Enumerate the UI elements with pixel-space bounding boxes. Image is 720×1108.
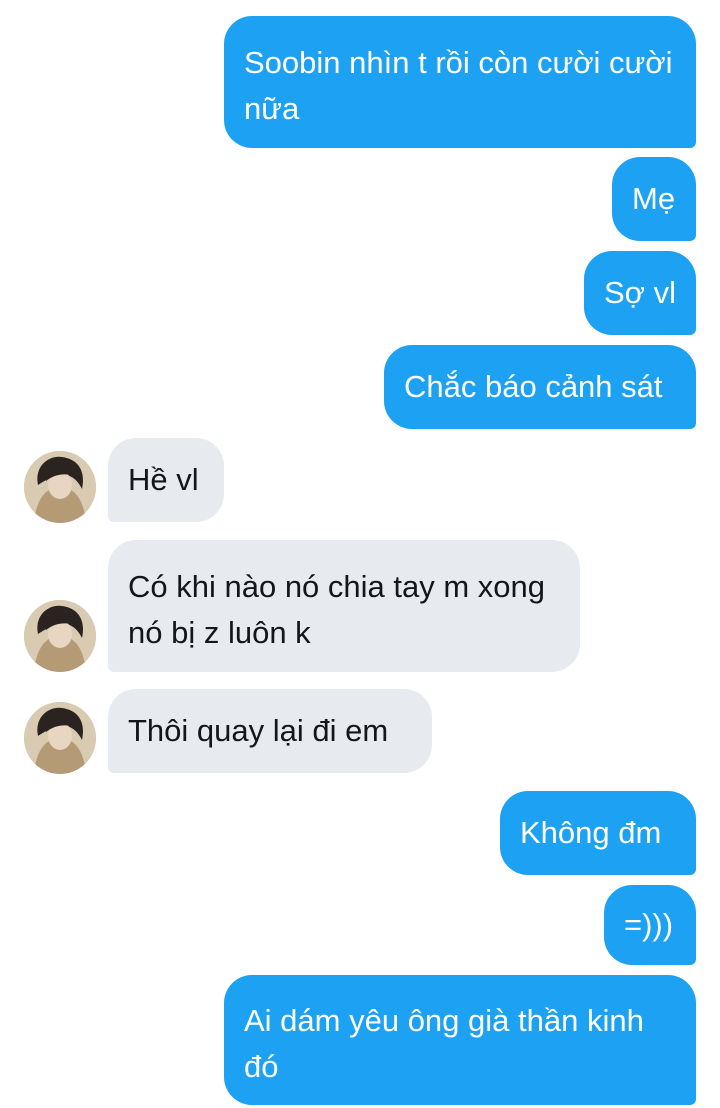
contact-avatar[interactable] xyxy=(24,451,96,523)
message-bubble-outgoing[interactable]: Sợ vl xyxy=(584,251,696,335)
avatar-photo-icon xyxy=(24,451,96,523)
avatar-photo-icon xyxy=(24,702,96,774)
message-bubble-incoming[interactable]: Thôi quay lại đi em xyxy=(108,689,432,773)
message-bubble-incoming[interactable]: Có khi nào nó chia tay m xong nó bị z lu… xyxy=(108,540,580,672)
message-bubble-outgoing[interactable]: Chắc báo cảnh sát xyxy=(384,345,696,429)
message-bubble-outgoing[interactable]: Soobin nhìn t rồi còn cười cười nữa xyxy=(224,16,696,148)
message-bubble-outgoing[interactable]: =))) xyxy=(604,885,696,965)
avatar-photo-icon xyxy=(24,600,96,672)
message-bubble-outgoing[interactable]: Ai dám yêu ông già thần kinh đó xyxy=(224,975,696,1105)
contact-avatar[interactable] xyxy=(24,702,96,774)
contact-avatar[interactable] xyxy=(24,600,96,672)
message-bubble-incoming[interactable]: Hề vl xyxy=(108,438,224,522)
message-bubble-outgoing[interactable]: Mẹ xyxy=(612,157,696,241)
message-bubble-outgoing[interactable]: Không đm xyxy=(500,791,696,875)
